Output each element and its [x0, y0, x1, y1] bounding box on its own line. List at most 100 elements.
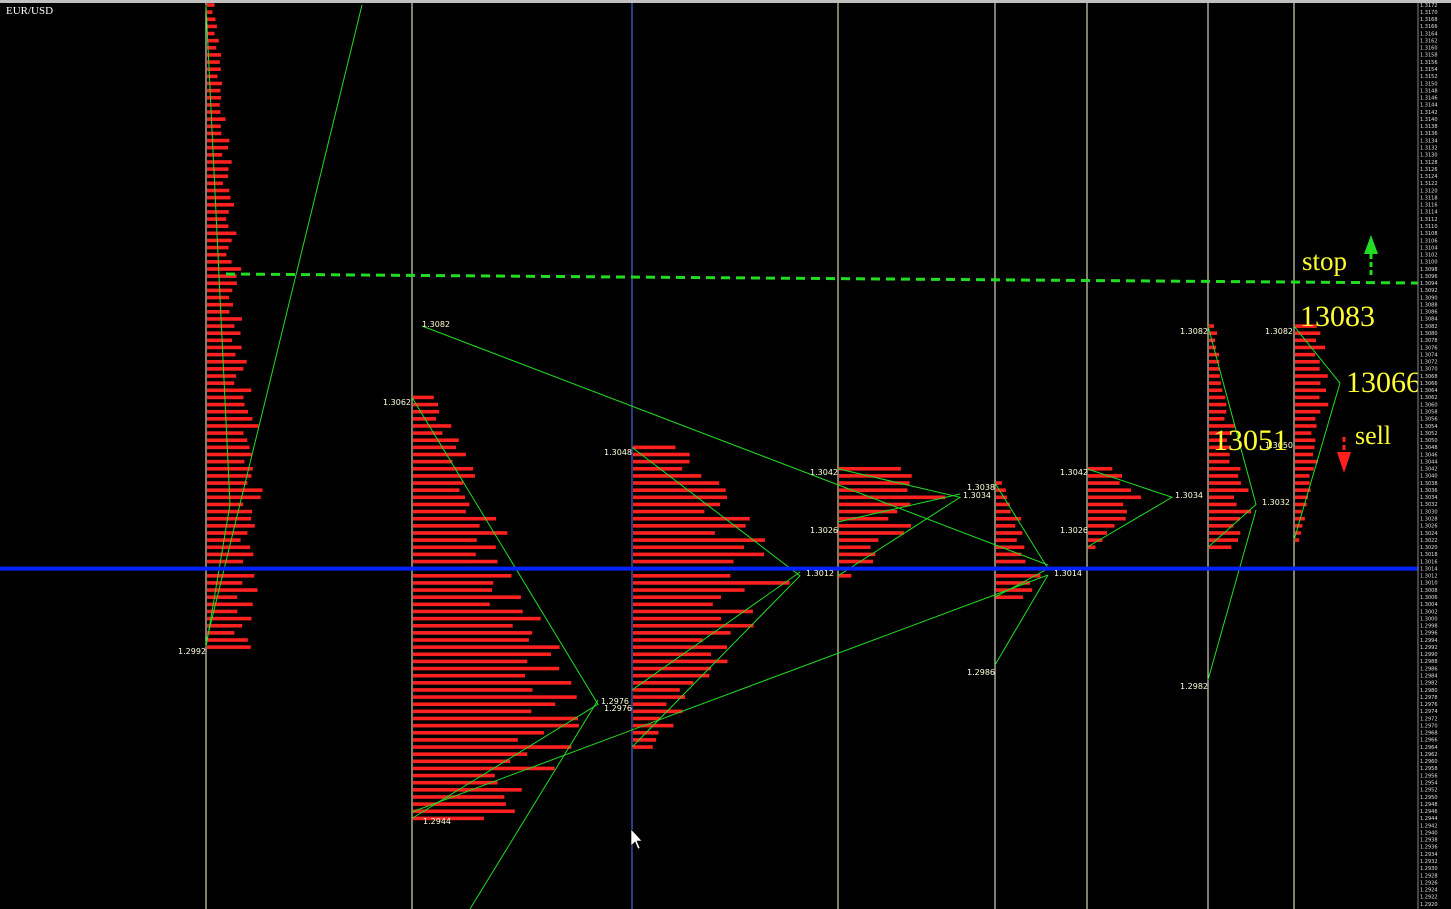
tpo-row — [413, 780, 498, 785]
axis-tick-label: 1.2936 — [1420, 845, 1438, 851]
tpo-row — [207, 210, 229, 214]
tpo-row — [413, 638, 529, 642]
tpo-row — [207, 31, 215, 36]
tpo-row — [633, 609, 753, 614]
market-profile-chart[interactable]: 1.2992 1.3082 1.3062 1.2944 1.2976 1.3048 1.29… — [0, 0, 1451, 909]
tpo-row — [839, 531, 904, 535]
tpo-row — [839, 466, 901, 471]
tpo-row — [207, 345, 242, 350]
tpo-row — [207, 295, 230, 300]
tpo-row — [207, 631, 235, 635]
tpo-row — [413, 524, 480, 528]
tpo-row — [1209, 374, 1220, 378]
tpo-row — [1295, 424, 1317, 428]
tpo-row — [207, 481, 248, 485]
axis-tick-label: 1.2940 — [1420, 831, 1438, 837]
tpo-row — [1209, 324, 1214, 328]
tpo-row — [633, 602, 713, 607]
tpo-row — [633, 516, 750, 521]
tpo-row — [1209, 545, 1232, 550]
axis-tick-label: 1.3008 — [1420, 588, 1438, 594]
tpo-row — [207, 623, 243, 628]
axis-tick-label: 1.3026 — [1420, 524, 1438, 530]
tpo-row — [207, 317, 242, 321]
tpo-row — [1295, 402, 1329, 407]
axis-tick-label: 1.2948 — [1420, 802, 1438, 808]
axis-tick-label: 1.2994 — [1420, 638, 1438, 644]
tpo-row — [1209, 345, 1217, 350]
axis-tick-label: 1.3066 — [1420, 381, 1438, 387]
axis-tick-label: 1.3172 — [1420, 3, 1438, 9]
cursor-arrow-icon — [630, 828, 643, 850]
axis-tick-label: 1.2954 — [1420, 781, 1438, 787]
tpo-row — [633, 488, 726, 492]
axis-tick-label: 1.2976 — [1420, 702, 1438, 708]
tpo-row — [839, 495, 946, 500]
entry-annotation: 13051 — [1213, 424, 1288, 457]
symbol-label: EUR/USD — [6, 5, 54, 17]
tpo-row — [207, 202, 234, 207]
tpo-row — [207, 195, 231, 200]
tpo-row — [207, 552, 254, 557]
tpo-row — [1209, 509, 1252, 514]
tpo-row — [413, 581, 494, 585]
tpo-row — [413, 809, 515, 814]
axis-tick-label: 1.3044 — [1420, 459, 1438, 465]
tpo-row — [207, 581, 243, 585]
tpo-row — [1209, 466, 1241, 471]
axis-tick-label: 1.3094 — [1420, 281, 1438, 287]
axis-tick-label: 1.3144 — [1420, 103, 1438, 109]
tpo-row — [413, 438, 459, 443]
axis-tick-label: 1.3102 — [1420, 253, 1438, 259]
axis-tick-label: 1.3014 — [1420, 567, 1438, 573]
axis-tick-label: 1.2986 — [1420, 666, 1438, 672]
axis-tick-label: 1.3034 — [1420, 495, 1438, 501]
axis-tick-label: 1.3164 — [1420, 31, 1438, 37]
tpo-row — [413, 652, 551, 657]
tpo-row — [413, 424, 452, 428]
tpo-row — [207, 153, 223, 157]
tpo-row — [996, 531, 1023, 535]
axis-tick-label: 1.3116 — [1420, 203, 1438, 209]
mouse-cursor — [630, 828, 643, 850]
axis-tick-label: 1.2924 — [1420, 888, 1438, 894]
tpo-row — [413, 623, 513, 628]
axis-tick-label: 1.3112 — [1420, 217, 1438, 223]
tpo-row — [633, 595, 721, 599]
axis-tick-label: 1.3058 — [1420, 410, 1438, 416]
target-annotation: 13083 — [1300, 300, 1375, 333]
tpo-row — [1209, 381, 1221, 385]
tpo-row — [1295, 367, 1320, 371]
tpo-row — [996, 559, 1026, 564]
tpo-row — [413, 516, 496, 521]
axis-tick-label: 1.3048 — [1420, 445, 1438, 451]
tpo-row — [207, 495, 261, 500]
tpo-row — [207, 160, 232, 164]
axis-tick-label: 1.3052 — [1420, 431, 1438, 437]
tpo-row — [633, 445, 676, 450]
axis-tick-label: 1.3032 — [1420, 502, 1438, 508]
tpo-row — [1088, 488, 1131, 492]
tpo-row — [207, 338, 233, 343]
tpo-row — [207, 502, 244, 507]
tpo-row — [207, 417, 253, 421]
tpo-row — [413, 395, 434, 400]
price-label: 1.3082 — [422, 320, 450, 329]
axis-tick-label: 1.2922 — [1420, 895, 1438, 901]
tpo-row — [207, 110, 221, 114]
axis-tick-label: 1.3024 — [1420, 531, 1438, 537]
axis-tick-label: 1.3040 — [1420, 474, 1438, 480]
tpo-row — [633, 573, 731, 578]
tpo-row — [413, 709, 532, 714]
axis-tick-label: 1.2964 — [1420, 745, 1438, 751]
tpo-row — [839, 545, 871, 550]
axis-tick-label: 1.3162 — [1420, 39, 1438, 45]
tpo-row — [1295, 509, 1302, 514]
tpo-row — [413, 666, 560, 671]
tpo-row — [207, 459, 245, 464]
tpo-row — [1295, 481, 1310, 485]
axis-tick-label: 1.3000 — [1420, 616, 1438, 622]
tpo-row — [1209, 495, 1234, 500]
tpo-row — [413, 445, 456, 450]
price-label: 1.3082 — [1180, 327, 1208, 336]
